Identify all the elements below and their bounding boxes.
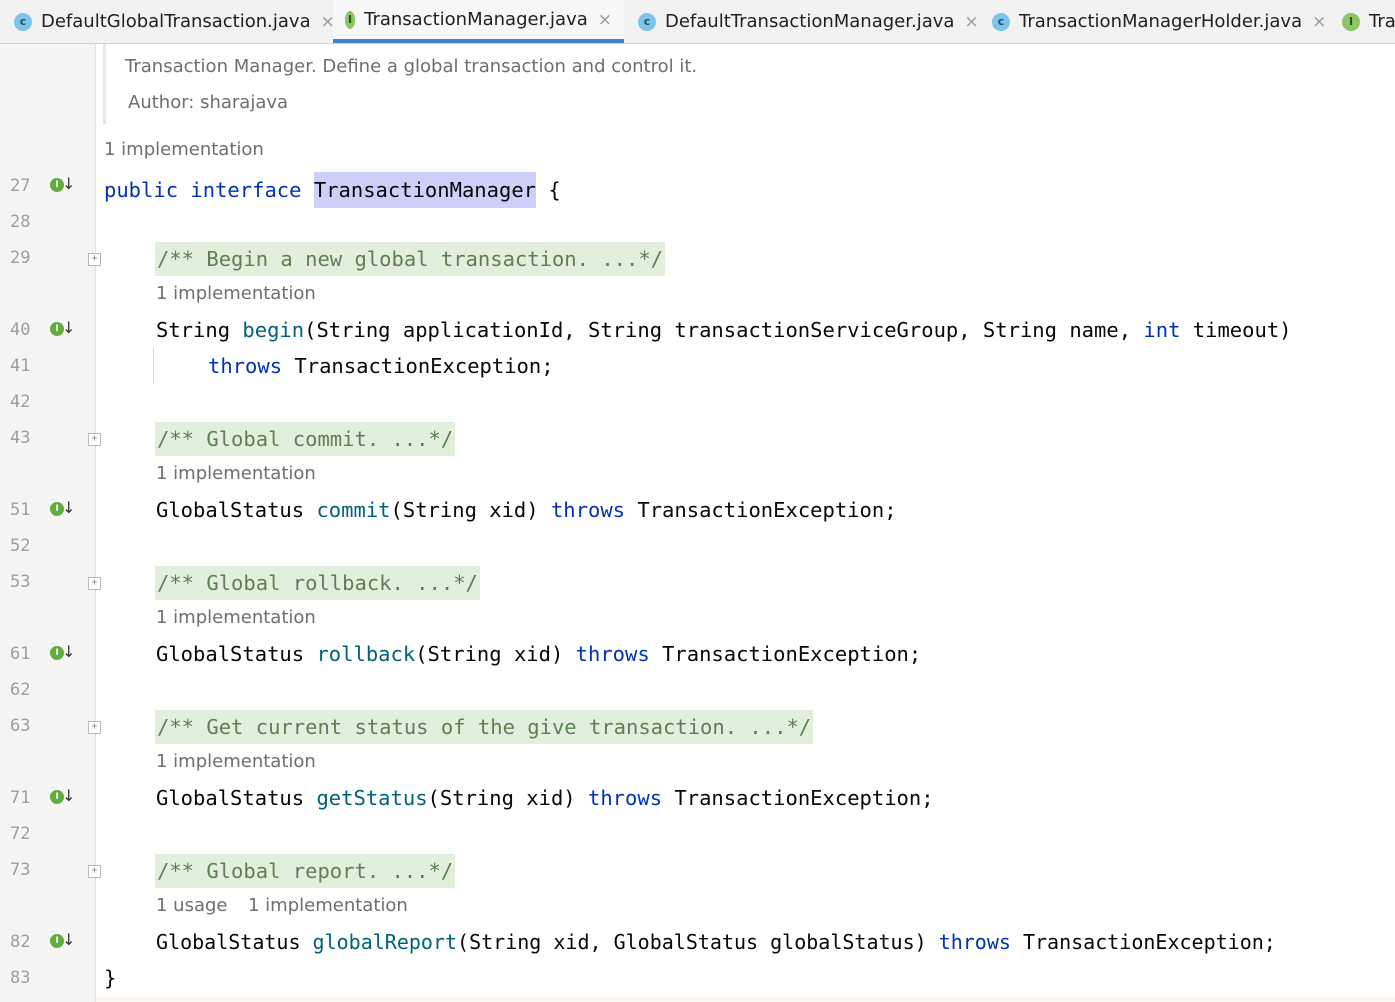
implemented-icon[interactable]: I ↓ (50, 786, 75, 807)
code-line-51[interactable]: GlobalStatus commit(String xid) throws T… (156, 496, 897, 524)
line-number: 83 (10, 968, 31, 988)
implementation-hint[interactable]: 1 implementation (156, 463, 316, 484)
tab-default-transaction-manager[interactable]: c DefaultTransactionManager.java × (638, 0, 979, 43)
interface-name-highlight: TransactionManager (313, 172, 537, 208)
line-number: 71 (10, 788, 31, 808)
implemented-icon[interactable]: I ↓ (50, 642, 75, 663)
close-icon[interactable]: × (1312, 12, 1326, 32)
interface-icon: I (345, 10, 356, 29)
implementation-hint[interactable]: 1 implementation (248, 895, 408, 916)
current-line-highlight (96, 997, 1395, 1002)
fold-expand-icon[interactable]: + (88, 577, 101, 590)
line-number: 73 (10, 860, 31, 880)
tab-label: DefaultTransactionManager.java (665, 11, 955, 32)
class-icon: c (992, 12, 1010, 31)
folded-comment[interactable]: /** Begin a new global transaction. ...*… (155, 242, 666, 276)
javadoc-author: Author: sharajava (128, 92, 289, 113)
line-number: 61 (10, 644, 31, 664)
line-number: 28 (10, 212, 31, 232)
implementation-hint[interactable]: 1 implementation (104, 139, 264, 160)
implementation-hint[interactable]: 1 implementation (156, 607, 316, 628)
implemented-icon[interactable]: I ↓ (50, 930, 75, 951)
code-line-27[interactable]: public interface TransactionManager { (104, 172, 561, 208)
implementation-hint[interactable]: 1 implementation (156, 283, 316, 304)
implemented-icon[interactable]: I ↓ (50, 498, 75, 519)
line-number: 51 (10, 500, 31, 520)
line-number: 27 (10, 176, 31, 196)
javadoc-bar (103, 44, 106, 124)
code-line-61[interactable]: GlobalStatus rollback(String xid) throws… (156, 640, 921, 668)
tab-transaction-manager-holder[interactable]: c TransactionManagerHolder.java × (992, 0, 1326, 43)
close-icon[interactable]: × (964, 12, 978, 32)
folded-comment[interactable]: /** Global rollback. ...*/ (155, 566, 480, 600)
fold-expand-icon[interactable]: + (88, 253, 101, 266)
tab-label: DefaultGlobalTransaction.java (41, 11, 311, 32)
class-icon: c (638, 12, 656, 31)
line-number: 82 (10, 932, 31, 952)
tab-label: TransactionManager.java (364, 9, 588, 30)
fold-expand-icon[interactable]: + (88, 721, 101, 734)
editor-tab-bar: c DefaultGlobalTransaction.java × I Tran… (0, 0, 1395, 44)
code-line-82[interactable]: GlobalStatus globalReport(String xid, Gl… (156, 928, 1276, 956)
tab-truncated[interactable]: I Tra (1342, 0, 1395, 43)
line-number: 63 (10, 716, 31, 736)
indent-guide (153, 348, 154, 384)
line-number: 40 (10, 320, 31, 340)
folded-comment[interactable]: /** Get current status of the give trans… (155, 710, 814, 744)
tab-label: TransactionManagerHolder.java (1019, 11, 1303, 32)
close-icon[interactable]: × (598, 10, 612, 30)
folded-comment[interactable]: /** Global commit. ...*/ (155, 422, 456, 456)
line-number: 41 (10, 356, 31, 376)
fold-expand-icon[interactable]: + (88, 433, 101, 446)
usage-hint[interactable]: 1 usage (156, 895, 228, 916)
implemented-icon[interactable]: I ↓ (50, 174, 75, 195)
code-line-40[interactable]: String begin(String applicationId, Strin… (156, 316, 1292, 344)
interface-icon: I (1342, 12, 1360, 31)
code-line-71[interactable]: GlobalStatus getStatus(String xid) throw… (156, 784, 934, 812)
line-number: 29 (10, 248, 31, 268)
tab-transaction-manager[interactable]: I TransactionManager.java × (333, 0, 624, 43)
tab-label: Tra (1369, 11, 1395, 32)
line-number: 43 (10, 428, 31, 448)
class-icon: c (14, 12, 32, 31)
code-line-83[interactable]: } (104, 964, 116, 992)
javadoc-description: Transaction Manager. Define a global tra… (125, 56, 698, 77)
code-line-41[interactable]: throws TransactionException; (208, 352, 554, 380)
line-number: 72 (10, 824, 31, 844)
line-number: 62 (10, 680, 31, 700)
tab-default-global-transaction[interactable]: c DefaultGlobalTransaction.java × (14, 0, 335, 43)
folded-comment[interactable]: /** Global report. ...*/ (155, 854, 456, 888)
implementation-hint[interactable]: 1 implementation (156, 751, 316, 772)
fold-expand-icon[interactable]: + (88, 865, 101, 878)
implemented-icon[interactable]: I ↓ (50, 318, 75, 339)
line-number: 52 (10, 536, 31, 556)
line-number: 53 (10, 572, 31, 592)
line-number: 42 (10, 392, 31, 412)
